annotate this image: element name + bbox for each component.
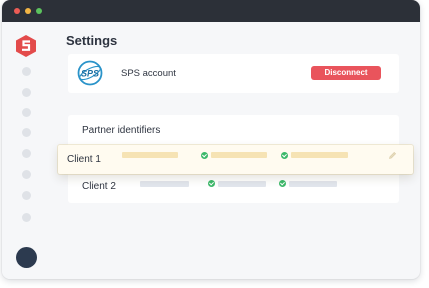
sidebar-nav-item[interactable] [22, 191, 31, 200]
maximize-window-button[interactable] [36, 8, 42, 14]
placeholder-value [291, 152, 348, 158]
check-icon [281, 152, 288, 159]
check-icon [279, 180, 286, 187]
sidebar-nav-item[interactable] [22, 170, 31, 179]
row-label: Client 2 [82, 181, 116, 192]
check-icon [201, 152, 208, 159]
close-window-button[interactable] [14, 8, 20, 14]
placeholder-value [140, 181, 189, 187]
sidebar [2, 22, 52, 279]
sidebar-nav-item[interactable] [22, 108, 31, 117]
app-window: Settings SPS SPS account Disconnect Part… [2, 0, 420, 279]
title-bar [2, 0, 420, 22]
minimize-window-button[interactable] [25, 8, 31, 14]
account-name: SPS account [121, 68, 176, 79]
placeholder-value [218, 181, 266, 187]
placeholder-value [211, 152, 267, 158]
page-title: Settings [66, 33, 118, 48]
row-label: Client 1 [67, 154, 101, 165]
avatar[interactable] [16, 247, 37, 268]
sidebar-nav-item[interactable] [22, 213, 31, 222]
svg-text:SPS: SPS [81, 69, 99, 79]
check-icon [208, 180, 215, 187]
section-title: Partner identifiers [82, 125, 161, 136]
app-logo-icon[interactable] [15, 34, 37, 58]
sidebar-nav-item[interactable] [22, 149, 31, 158]
account-card: SPS SPS account Disconnect [68, 54, 399, 93]
disconnect-button[interactable]: Disconnect [311, 66, 381, 80]
table-row-highlighted[interactable]: Client 1 [58, 145, 413, 174]
placeholder-value [289, 181, 337, 187]
pencil-icon[interactable] [388, 151, 397, 160]
sidebar-nav-item[interactable] [22, 67, 31, 76]
sidebar-nav-item[interactable] [22, 88, 31, 97]
sidebar-nav-item[interactable] [22, 128, 31, 137]
sps-logo-icon: SPS [77, 60, 103, 86]
placeholder-value [122, 152, 178, 158]
